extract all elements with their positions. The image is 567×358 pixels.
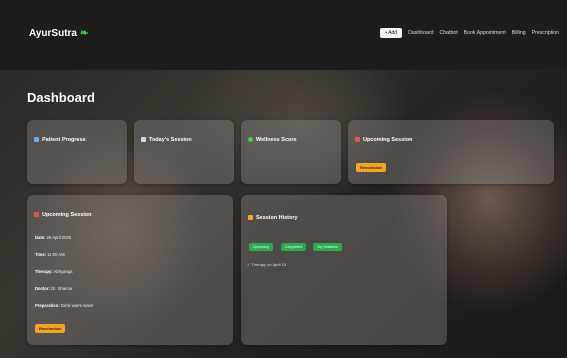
nav-link-chatbot[interactable]: Chatbot [439,30,457,36]
pill-upcoming[interactable]: Upcoming [249,243,274,251]
reschedule-button[interactable]: Reschedule [356,163,387,172]
leaf-icon: ❧ [79,28,89,39]
card-title: Upcoming Session [34,212,92,218]
nav-link-prescription[interactable]: Prescription [532,30,559,36]
brand-logo[interactable]: AyurSutra ❧ [29,28,88,39]
page-title: Dashboard [27,90,95,105]
card-todays-session[interactable]: Today's Session [134,120,234,184]
info-row-doctor: Doctor: Dr. Sharma [35,286,73,291]
info-row-preparation: Preparation: Drink warm water [35,303,94,308]
nav-add-button[interactable]: • Add [380,28,403,38]
history-icon [248,215,253,220]
card-title: Today's Session [141,137,192,143]
nav-link-billing[interactable]: Billing [512,30,526,36]
navbar: AyurSutra ❧ • Add Dashboard Chatbot Book … [0,0,567,70]
info-row-date: Date: 25 April 2025 [35,235,72,240]
card-upcoming-session-summary[interactable]: Upcoming Session Reschedule [348,120,554,184]
card-title: Session History [248,215,298,221]
nav-link-book-appointment[interactable]: Book Appointment [464,30,506,36]
info-row-therapy: Therapy: Abhyanga [35,269,73,274]
card-patient-progress[interactable]: Patient Progress [27,120,127,184]
card-title: Wellness Score [248,137,297,143]
info-row-time: Time: 11:00 AM [35,252,65,257]
brand-name: AyurSutra [29,28,77,39]
nav-links: • Add Dashboard Chatbot Book Appointment… [380,28,559,38]
history-item: ✓ Therapy on April 15 [247,262,287,267]
pill-my-sessions[interactable]: My Sessions [313,243,342,251]
chart-icon [34,137,39,142]
history-filter-pills: Upcoming Completed My Sessions [249,235,345,253]
heart-icon [248,137,253,142]
pill-completed[interactable]: Completed [280,243,307,251]
nav-link-dashboard[interactable]: Dashboard [408,30,433,36]
card-upcoming-session-detail: Upcoming Session Date: 25 April 2025 Tim… [27,195,233,345]
reschedule-button[interactable]: Reschedule [35,324,66,333]
clock-icon [355,137,360,142]
calendar-icon [141,137,146,142]
clock-icon [34,212,39,217]
card-title: Upcoming Session [355,137,413,143]
card-title: Patient Progress [34,137,86,143]
card-session-history: Session History Upcoming Completed My Se… [241,195,447,345]
card-wellness-score[interactable]: Wellness Score [241,120,341,184]
